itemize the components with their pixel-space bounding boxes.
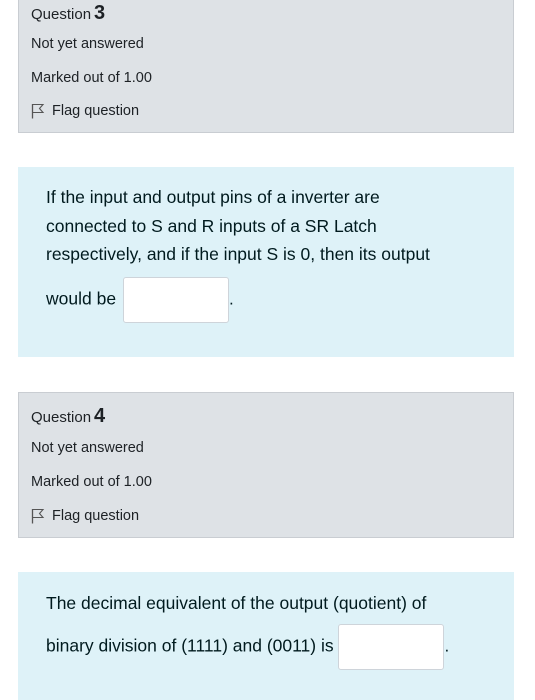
question-3-content: If the input and output pins of a invert… [18,167,514,357]
question-4-period: . [444,636,450,656]
question-3-grade: Marked out of 1.00 [31,70,152,86]
flag-question-label: Flag question [52,508,140,524]
question-4-answer-line: binary division of (1111) and (0011) is … [46,623,496,670]
question-4-state: Not yet answered [31,440,144,456]
question-4-content: The decimal equivalent of the output (qu… [18,572,514,700]
flag-icon [31,103,45,119]
question-4-number: Question 4 [31,405,105,428]
question-4-info: Question 4 Not yet answered Marked out of… [18,392,514,538]
question-3-number: Question 3 [31,2,105,25]
question-4-text-line-1: The decimal equivalent of the output (qu… [46,593,427,613]
question-3-text-line-4: would be [46,288,117,309]
question-3-text: If the input and output pins of a invert… [46,183,496,323]
question-3-answer-line: would be . [46,276,496,323]
quiz-page: Question 3 Not yet answered Marked out of… [0,0,535,700]
flag-icon [31,508,45,524]
question-3-info: Question 3 Not yet answered Marked out of… [18,0,514,133]
question-3-answer-input[interactable] [122,276,229,323]
question-number: 4 [94,405,106,427]
question-3-period: . [228,289,234,309]
flag-question-label: Flag question [52,103,140,119]
question-label: Question [31,6,92,23]
question-4-text: The decimal equivalent of the output (qu… [46,589,496,670]
question-4-answer-input[interactable] [338,623,445,670]
question-label: Question [31,409,92,426]
question-4-grade: Marked out of 1.00 [31,474,152,490]
question-3-state: Not yet answered [31,36,144,52]
flag-question-4-button[interactable]: Flag question [31,508,139,524]
question-3-text-line-1: If the input and output pins of a invert… [46,187,380,207]
question-3-text-line-2: connected to S and R inputs of a SR Latc… [46,215,377,236]
flag-question-3-button[interactable]: Flag question [31,103,139,119]
question-3-text-line-3: respectively, and if the input S is 0, t… [46,244,430,264]
question-4-text-line-2: binary division of (1111) and (0011) is [46,635,334,656]
question-number: 3 [94,2,106,24]
